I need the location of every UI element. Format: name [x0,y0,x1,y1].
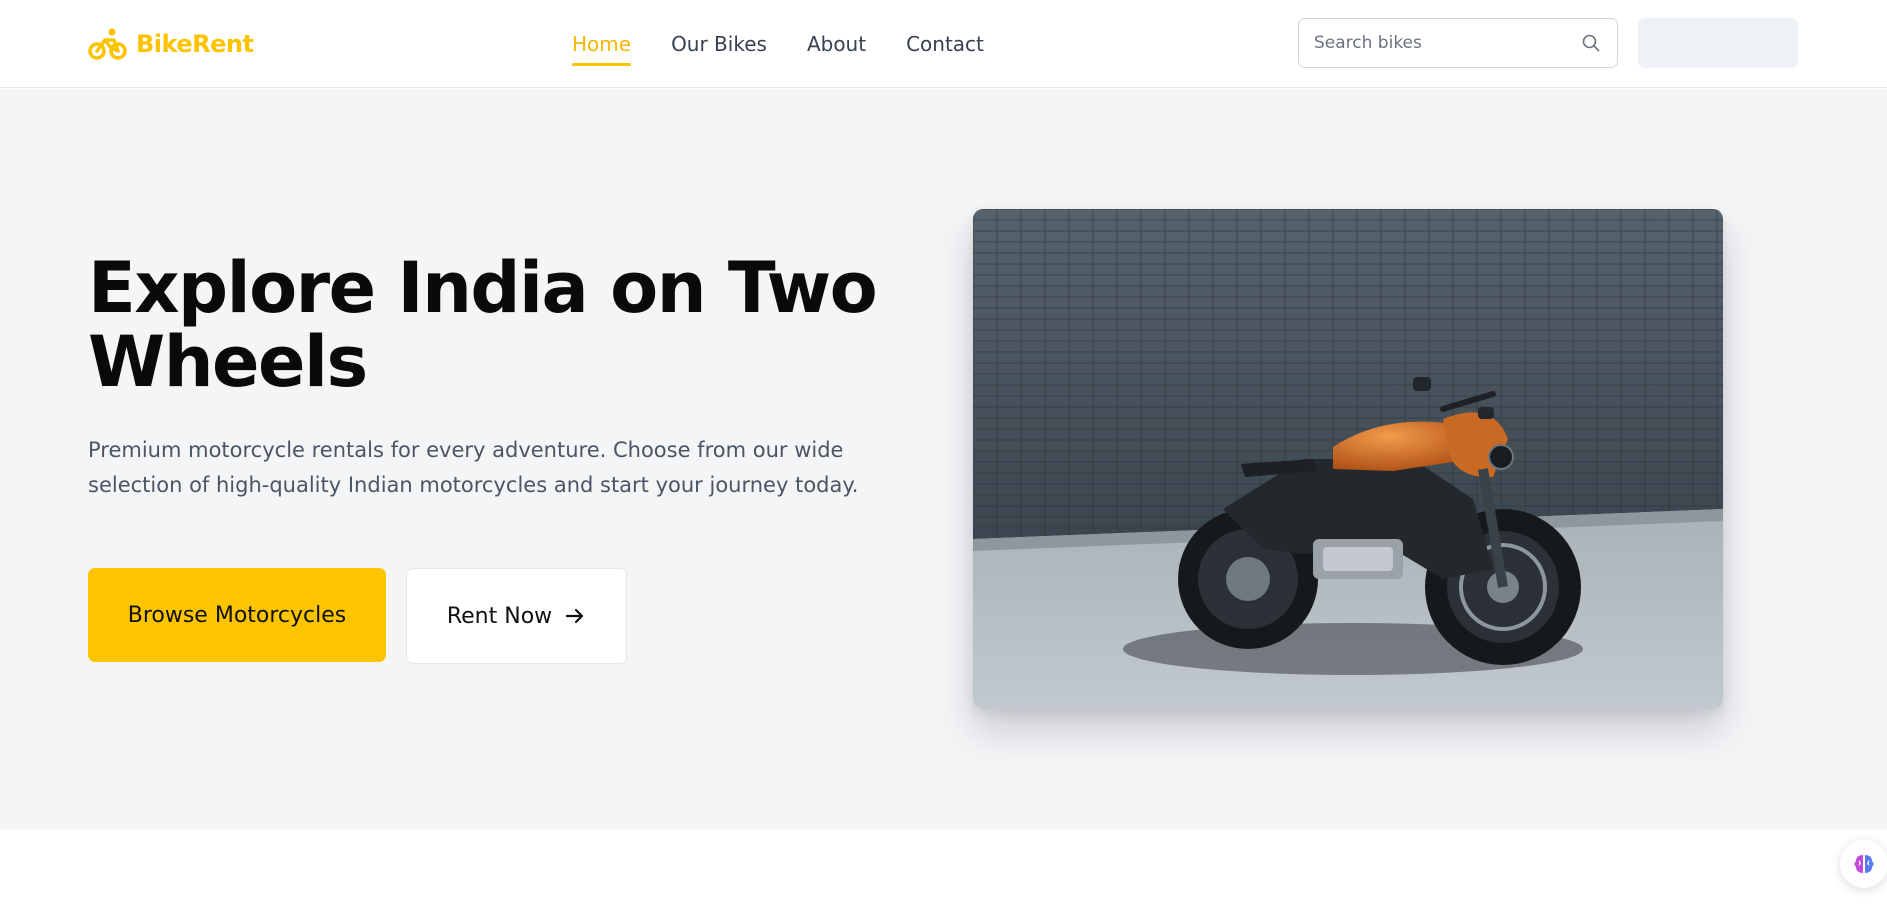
hero-section: Explore India on Two Wheels Premium moto… [0,89,1887,829]
bike-icon [88,28,127,60]
rent-now-label: Rent Now [446,603,553,629]
browse-motorcycles-label: Browse Motorcycles [127,602,347,628]
nav-contact[interactable]: Contact [906,0,984,88]
arrow-right-icon [566,608,584,624]
search-icon[interactable] [1581,33,1601,53]
top-navbar: BikeRent Home Our Bikes About Contact [0,0,1887,88]
nav-about[interactable]: About [807,0,866,88]
search-input[interactable] [1299,19,1579,67]
brand-logo[interactable]: BikeRent [88,24,254,64]
brain-icon [1854,855,1874,873]
hero-motorcycle-image [973,209,1723,709]
search-box [1298,18,1618,68]
brand-name: BikeRent [136,30,254,58]
hero-title: Explore India on Two Wheels [88,247,878,403]
assistant-button[interactable] [1840,840,1887,888]
browse-motorcycles-button[interactable]: Browse Motorcycles [88,568,386,662]
main-nav: Home Our Bikes About Contact [572,0,984,88]
rent-now-button[interactable]: Rent Now [406,568,627,664]
nav-home[interactable]: Home [572,0,632,88]
hero-subtitle: Premium motorcycle rentals for every adv… [88,438,859,497]
nav-our-bikes[interactable]: Our Bikes [671,0,767,88]
account-placeholder [1638,18,1798,68]
